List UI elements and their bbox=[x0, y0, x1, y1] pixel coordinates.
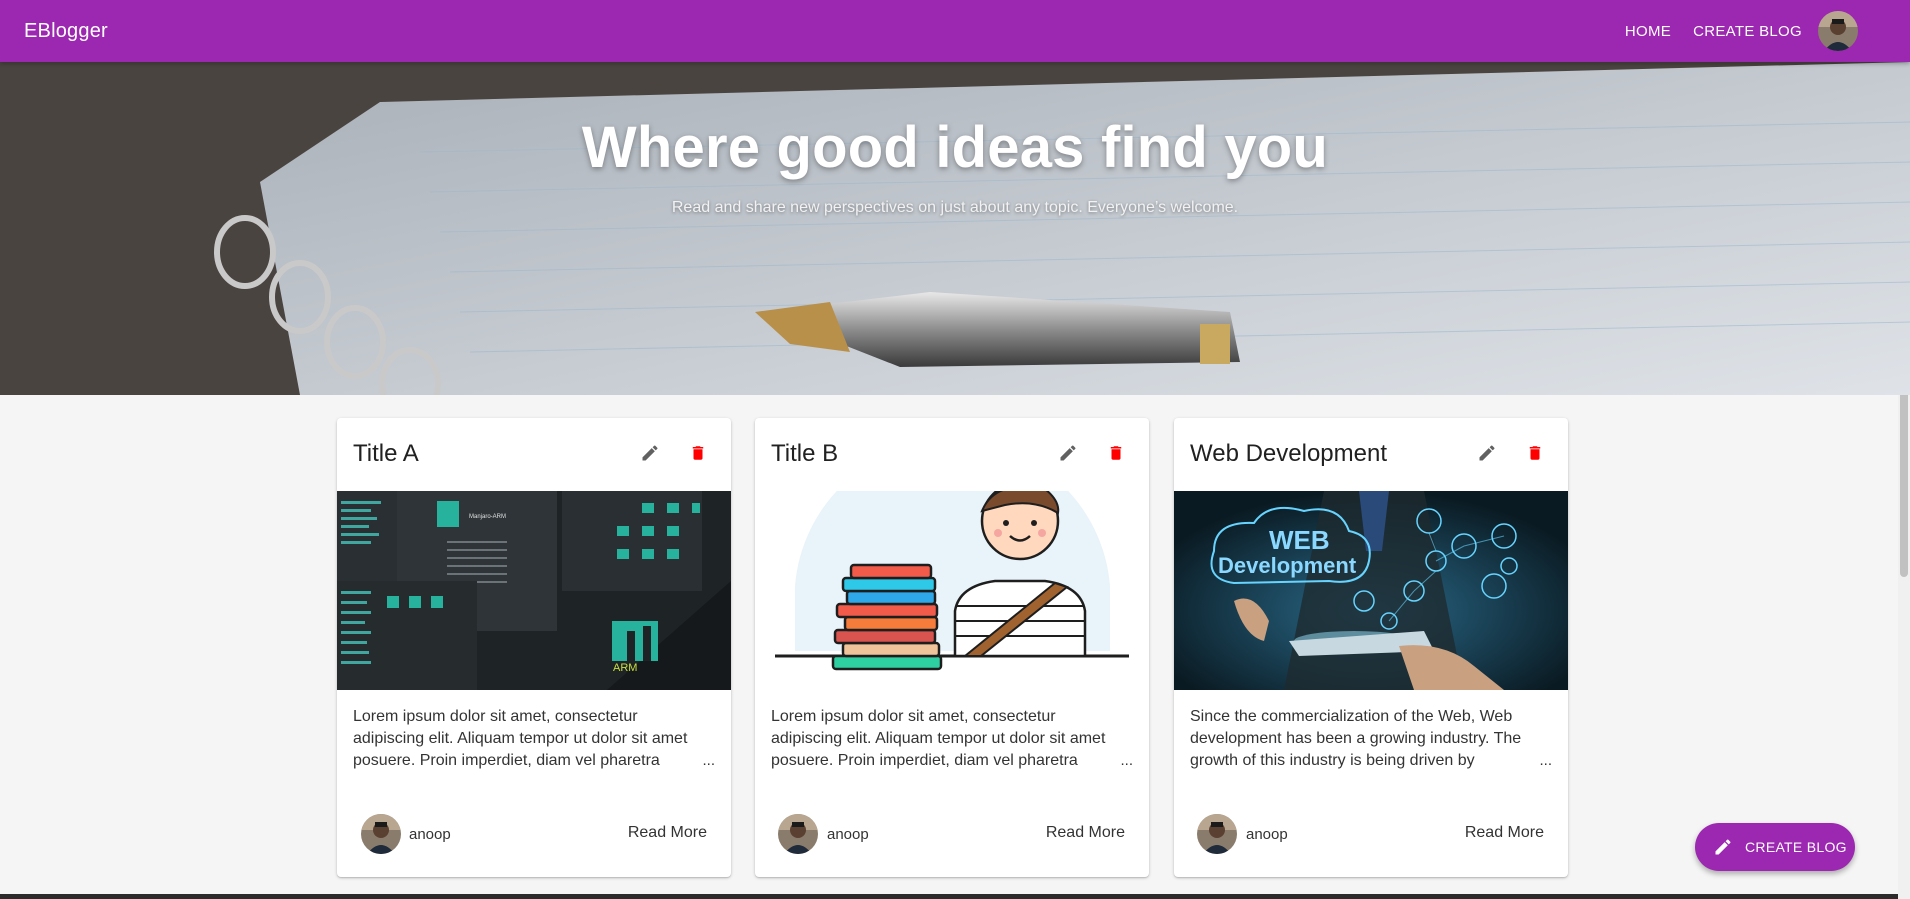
nav-create-blog-button[interactable]: CREATE BLOG bbox=[1693, 23, 1802, 40]
author-avatar bbox=[361, 814, 401, 854]
author-name: anoop bbox=[409, 826, 451, 843]
card-title: Title B bbox=[771, 440, 839, 467]
card-footer: anoop Read More bbox=[755, 814, 1149, 858]
card-excerpt: Lorem ipsum dolor sit amet, consectetur … bbox=[771, 708, 1106, 769]
blog-card: Title A Manjaro-ARM ARM Lorem ipsum dolo… bbox=[337, 418, 731, 877]
card-header: Title B bbox=[755, 418, 1149, 491]
card-excerpt: Lorem ipsum dolor sit amet, consectetur … bbox=[353, 708, 688, 769]
delete-button[interactable] bbox=[1103, 440, 1129, 466]
edit-button[interactable] bbox=[1474, 440, 1500, 466]
hero-subtitle: Read and share new perspectives on just … bbox=[671, 199, 1239, 216]
card-image-student[interactable] bbox=[755, 491, 1149, 690]
taskbar-edge bbox=[0, 894, 1898, 899]
app-bar: EBlogger HOME CREATE BLOG bbox=[0, 0, 1910, 62]
nav-home-button[interactable]: HOME bbox=[1625, 23, 1671, 40]
pencil-icon bbox=[1060, 445, 1076, 461]
card-header: Web Development bbox=[1174, 418, 1568, 491]
card-title: Web Development bbox=[1190, 440, 1387, 467]
trash-icon bbox=[692, 446, 704, 460]
top-nav: HOME CREATE BLOG bbox=[1625, 11, 1858, 51]
blog-card: Title B Lorem ipsum dolor sit amet, cons… bbox=[755, 418, 1149, 877]
card-ellipsis: ... bbox=[1120, 752, 1133, 769]
edit-button[interactable] bbox=[637, 440, 663, 466]
read-more-button[interactable]: Read More bbox=[1046, 824, 1125, 842]
svg-text:WEB: WEB bbox=[1269, 525, 1330, 555]
trash-icon bbox=[1110, 446, 1122, 460]
card-footer: anoop Read More bbox=[1174, 814, 1568, 858]
author-avatar bbox=[778, 814, 818, 854]
card-image-manjaro[interactable]: Manjaro-ARM ARM bbox=[337, 491, 731, 690]
pencil-icon bbox=[642, 445, 658, 461]
author-avatar bbox=[1197, 814, 1237, 854]
pencil-icon bbox=[1715, 839, 1731, 855]
author-name: anoop bbox=[827, 826, 869, 843]
card-image-web-development[interactable]: WEB Development bbox=[1174, 491, 1568, 690]
brand-logo[interactable]: EBlogger bbox=[24, 20, 108, 43]
svg-text:Manjaro-ARM: Manjaro-ARM bbox=[469, 514, 506, 520]
card-ellipsis: ... bbox=[1539, 752, 1552, 769]
card-title: Title A bbox=[353, 440, 419, 467]
user-avatar[interactable] bbox=[1818, 11, 1858, 51]
blog-card: Web Development WEB Development Since th… bbox=[1174, 418, 1568, 877]
svg-text:ARM: ARM bbox=[613, 662, 637, 674]
card-footer: anoop Read More bbox=[337, 814, 731, 858]
hero-title: Where good ideas find you bbox=[581, 115, 1329, 180]
edit-button[interactable] bbox=[1055, 440, 1081, 466]
trash-icon bbox=[1529, 446, 1541, 460]
card-excerpt: Since the commercialization of the Web, … bbox=[1190, 708, 1522, 769]
delete-button[interactable] bbox=[685, 440, 711, 466]
author-name: anoop bbox=[1246, 826, 1288, 843]
delete-button[interactable] bbox=[1522, 440, 1548, 466]
pencil-icon bbox=[1479, 445, 1495, 461]
read-more-button[interactable]: Read More bbox=[1465, 824, 1544, 842]
card-header: Title A bbox=[337, 418, 731, 491]
read-more-button[interactable]: Read More bbox=[628, 824, 707, 842]
card-ellipsis: ... bbox=[702, 752, 715, 769]
hero-banner: Where good ideas find you Read and share… bbox=[0, 62, 1910, 395]
svg-text:Development: Development bbox=[1218, 553, 1357, 578]
fab-label: CREATE BLOG bbox=[1745, 839, 1847, 855]
hero-text: Where good ideas find you Read and share… bbox=[0, 62, 1910, 217]
create-blog-fab[interactable]: CREATE BLOG bbox=[1695, 823, 1855, 871]
